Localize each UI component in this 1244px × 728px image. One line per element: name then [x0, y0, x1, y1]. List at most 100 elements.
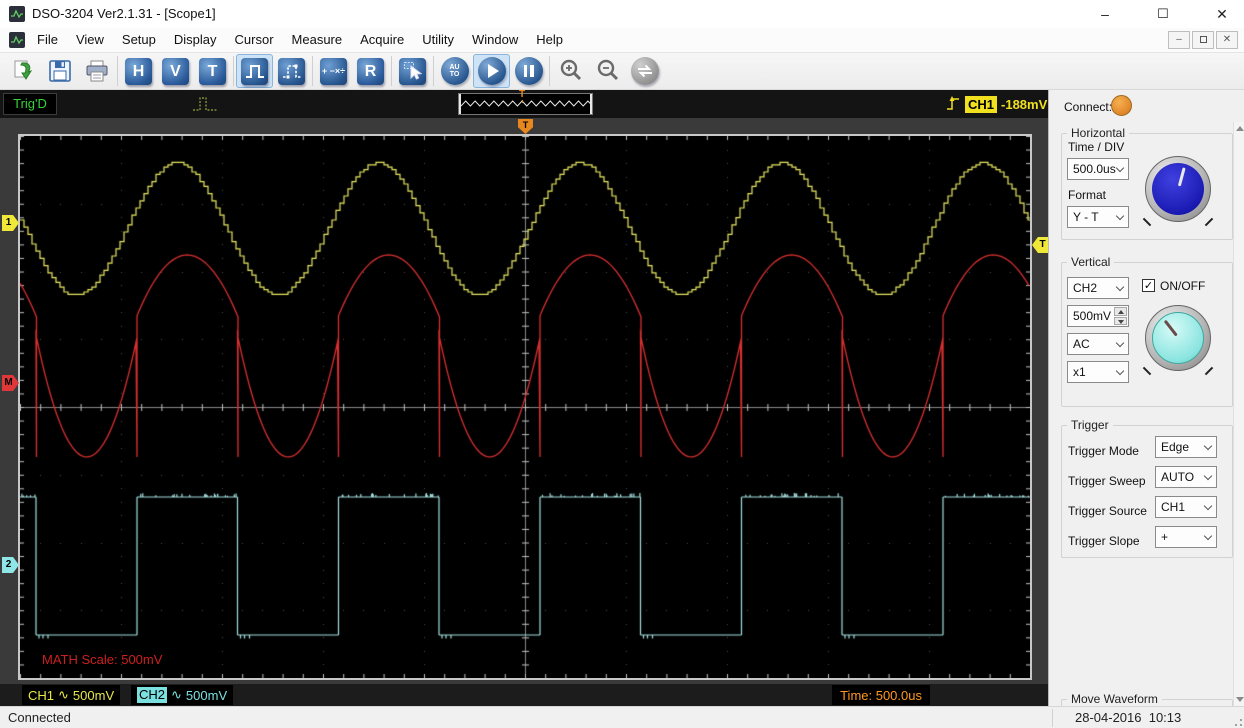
toolbar-separator	[549, 56, 550, 86]
ch2-position-marker[interactable]: 2	[2, 557, 19, 573]
autoset-button[interactable]: AUTO	[436, 54, 473, 88]
chevron-down-icon	[1116, 164, 1124, 172]
menu-item-measure[interactable]: Measure	[283, 28, 352, 52]
pause-icon	[515, 57, 543, 85]
time-div-value: 500.0us	[1073, 162, 1116, 176]
run-button[interactable]	[473, 54, 510, 88]
channel-bar: CH1∿500mV CH2∿500mV Time: 500.0us	[0, 684, 1048, 706]
trigger-sweep-select[interactable]: AUTO	[1155, 466, 1217, 488]
sync-button	[626, 54, 663, 88]
print-button[interactable]	[78, 54, 115, 88]
menu-bar: FileViewSetupDisplayCursorMeasureAcquire…	[0, 28, 1244, 52]
pause-button[interactable]	[510, 54, 547, 88]
ch1-scale-readout[interactable]: CH1∿500mV	[22, 685, 120, 705]
open-button[interactable]	[4, 54, 41, 88]
stepper-arrows[interactable]	[1114, 307, 1127, 325]
horizontal-knob[interactable]	[1145, 156, 1211, 222]
mdi-restore-button[interactable]	[1192, 31, 1214, 49]
time-div-select[interactable]: 500.0us	[1067, 158, 1129, 180]
maximize-button[interactable]: ☐	[1146, 0, 1180, 28]
menu-item-utility[interactable]: Utility	[413, 28, 463, 52]
format-select[interactable]: Y - T	[1067, 206, 1129, 228]
math-button[interactable]: + −×÷	[315, 54, 352, 88]
step-down-icon[interactable]	[1114, 317, 1127, 326]
menu-item-file[interactable]: File	[28, 28, 67, 52]
resize-grip[interactable]	[1230, 714, 1242, 726]
status-bar: Connected 28-04-2016 10:13	[0, 706, 1244, 728]
scroll-up-icon[interactable]	[1236, 126, 1244, 131]
mdi-close-button[interactable]: ✕	[1216, 31, 1238, 49]
move-waveform-legend: Move Waveform	[1067, 692, 1162, 706]
trigger-row-label: Trigger Slope	[1068, 534, 1140, 548]
step-up-icon[interactable]	[1114, 307, 1127, 316]
panel-scrollbar[interactable]	[1233, 122, 1244, 706]
coupling-select[interactable]: AC	[1067, 333, 1129, 355]
menu-item-acquire[interactable]: Acquire	[351, 28, 413, 52]
mdi-minimize-button[interactable]: –	[1168, 31, 1190, 49]
math-position-marker[interactable]: M	[2, 375, 19, 391]
pulse-reference-button[interactable]	[273, 54, 310, 88]
mdi-controls: – ✕	[1168, 31, 1238, 49]
trigger-button[interactable]: T	[194, 54, 231, 88]
horizontal-button[interactable]: H	[120, 54, 157, 88]
ch2-scale: 500mV	[186, 688, 227, 703]
channel-select[interactable]: CH2	[1067, 277, 1129, 299]
volt-scale-value: 500mV	[1073, 309, 1111, 323]
app-icon	[9, 6, 25, 22]
trigger-slope-select[interactable]: +	[1155, 526, 1217, 548]
close-button[interactable]: ✕	[1205, 0, 1239, 28]
trigger-icon: T	[199, 58, 226, 85]
minimize-button[interactable]: –	[1088, 0, 1122, 28]
waveform-preview[interactable]	[458, 93, 593, 115]
menu-item-display[interactable]: Display	[165, 28, 226, 52]
chevron-down-icon	[1204, 442, 1212, 450]
menu-item-setup[interactable]: Setup	[113, 28, 165, 52]
probe-select[interactable]: x1	[1067, 361, 1129, 383]
connection-status: Connected	[8, 710, 71, 725]
ch1-position-marker[interactable]: 1	[2, 215, 19, 231]
trigger-position-marker[interactable]: T	[518, 119, 533, 134]
connect-label: Connect:	[1064, 100, 1112, 114]
menu-item-help[interactable]: Help	[527, 28, 572, 52]
connect-led-button[interactable]	[1111, 95, 1132, 116]
trigger-row-label: Trigger Source	[1068, 504, 1147, 518]
save-button[interactable]	[41, 54, 78, 88]
math-icon: + −×÷	[320, 58, 347, 85]
probe-value: x1	[1073, 365, 1086, 379]
vertical-knob[interactable]	[1145, 305, 1211, 371]
menu-item-window[interactable]: Window	[463, 28, 527, 52]
ch2-scale-readout[interactable]: CH2∿500mV	[131, 685, 233, 705]
ch1-scale: 500mV	[73, 688, 114, 703]
pulse-display-button[interactable]	[236, 54, 273, 88]
trigger-level-value: -188mV	[1001, 97, 1047, 112]
scope-area: Trig'D T CH1 -188mV 1 M 2 T T MATH Scale…	[0, 90, 1048, 706]
vertical-button[interactable]: V	[157, 54, 194, 88]
trigger-slope-icon	[946, 95, 961, 113]
print-icon	[84, 58, 110, 84]
reference-button[interactable]: R	[352, 54, 389, 88]
cursor-tool-button[interactable]	[394, 54, 431, 88]
trigger-level-marker[interactable]: T	[1032, 237, 1049, 253]
chevron-down-icon	[1116, 283, 1124, 291]
volt-scale-stepper[interactable]: 500mV	[1067, 305, 1129, 327]
trigger-row-label: Trigger Mode	[1068, 444, 1139, 458]
trigger-source-select[interactable]: CH1	[1155, 496, 1217, 518]
zoom-in-button[interactable]	[552, 54, 589, 88]
zoom-out-button[interactable]	[589, 54, 626, 88]
scroll-down-icon[interactable]	[1236, 697, 1244, 702]
pulse-reference-icon	[278, 58, 305, 85]
onoff-checkbox[interactable]: ✓	[1142, 279, 1155, 292]
pulse-display-icon	[241, 58, 268, 85]
chevron-down-icon	[1204, 532, 1212, 540]
toolbar-separator	[433, 56, 434, 86]
chevron-down-icon	[1116, 367, 1124, 375]
menu-item-cursor[interactable]: Cursor	[226, 28, 283, 52]
trigger-row-value: AUTO	[1161, 470, 1194, 484]
scope-canvas[interactable]	[20, 136, 1030, 678]
trigger-mode-select[interactable]: Edge	[1155, 436, 1217, 458]
menu-item-view[interactable]: View	[67, 28, 113, 52]
autoset-icon: AUTO	[441, 57, 469, 85]
vertical-legend: Vertical	[1067, 255, 1114, 269]
preview-trigger-icon[interactable]: T	[519, 89, 525, 103]
format-value: Y - T	[1073, 210, 1099, 224]
